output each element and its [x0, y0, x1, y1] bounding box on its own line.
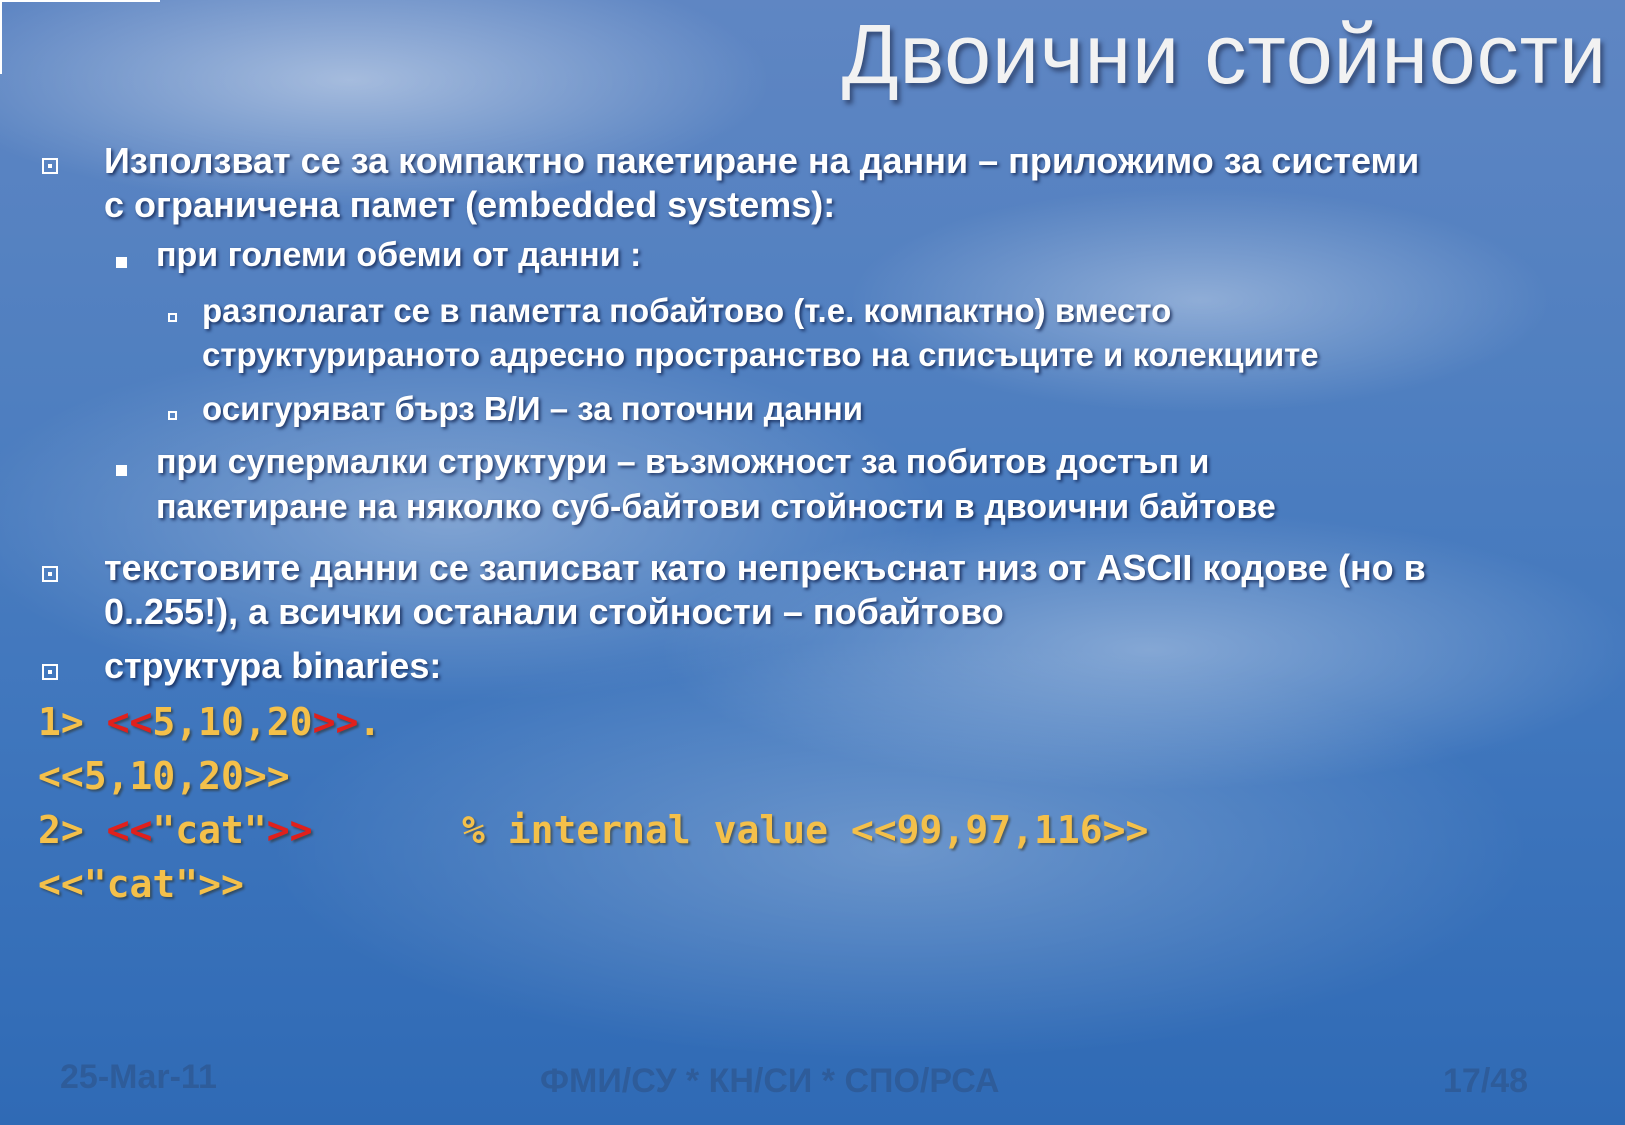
bullet-1-line-2: с ограничена памет (embedded systems): [104, 184, 836, 225]
bullet-2-line-2: 0..255!), а всички останали стойности – … [104, 591, 1004, 632]
sub-sub-bullet-icon [168, 313, 177, 322]
sub-bullet-2-line-1: при супермалки структури – възможност за… [156, 443, 1210, 481]
sub-bullet-2-line-2: пакетиране на няколко суб-байтови стойно… [156, 488, 1276, 526]
footer-page-number: 17/48 [1443, 1062, 1529, 1100]
slide-title: Двоични стойности [841, 7, 1607, 101]
corner-mark [0, 0, 160, 74]
sub-bullet-filled-icon [116, 465, 127, 476]
sub-sub-bullet-1-line-1: разполагат се в паметта побайтово (т.е. … [202, 292, 1172, 329]
code-line-3: 2> <<"cat">> [38, 808, 313, 852]
sub-sub-bullet-1-line-2: структурираното адресно пространство на … [202, 336, 1319, 373]
bullet-square-icon [42, 158, 58, 174]
sub-bullet-filled-icon [116, 257, 127, 268]
bullet-square-icon [42, 664, 58, 680]
footer-center: ФМИ/СУ * КН/СИ * СПО/РСА [540, 1062, 1000, 1100]
footer-date: 25-Mar-11 [60, 1058, 217, 1096]
code-comment: % internal value <<99,97,116>> [462, 808, 1149, 852]
slide: Двоични стойности Използват се за компак… [0, 0, 1625, 1125]
sub-sub-bullet-2-text: осигуряват бърз В/И – за поточни данни [202, 390, 864, 427]
code-line-4: <<"cat">> [38, 862, 244, 906]
bullet-1-line-1: Използват се за компактно пакетиране на … [104, 140, 1420, 181]
bullet-2-line-1: текстовите данни се записват като непрек… [104, 547, 1426, 588]
sub-bullet-1-text: при големи обеми от данни : [156, 236, 642, 274]
code-line-2: <<5,10,20>> [38, 754, 290, 798]
bullet-square-icon [42, 566, 58, 582]
sub-sub-bullet-icon [168, 411, 177, 420]
code-line-1: 1> <<5,10,20>>. [38, 700, 382, 744]
bullet-3-text: структура binaries: [104, 645, 442, 686]
